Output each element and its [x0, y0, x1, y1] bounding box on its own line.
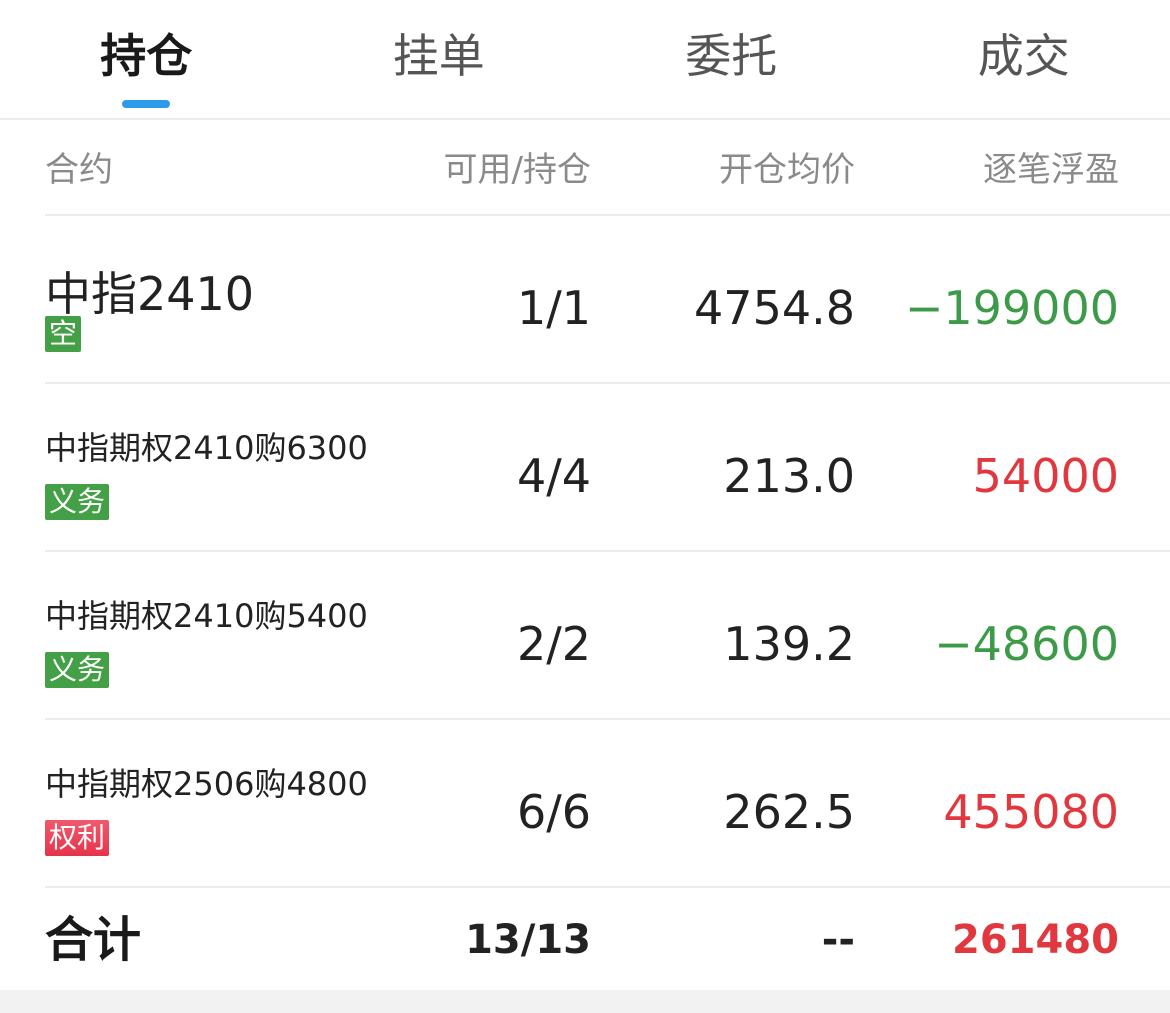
tab-bar: 持仓 挂单 委托 成交	[0, 0, 1170, 120]
tab-trades-label: 成交	[977, 29, 1070, 83]
total-label: 合计	[45, 912, 142, 968]
row-direction-tag: 义务	[45, 484, 110, 520]
header-avg-open-price: 开仓均价	[719, 150, 855, 190]
tab-pending-orders-label: 挂单	[392, 29, 485, 83]
row-contract-name: 中指期权2506购4800	[45, 765, 368, 803]
total-row: 合计 13/13 -- 261480	[45, 890, 1170, 990]
table-row[interactable]: 中指期权2506购4800 权利 6/6 262.5 455080	[45, 720, 1170, 888]
header-contract: 合约	[45, 150, 113, 190]
row-pnl: −199000	[904, 281, 1119, 335]
row-avg-open-price: 213.0	[723, 449, 855, 503]
table-row[interactable]: 中指期权2410购5400 义务 2/2 139.2 −48600	[45, 552, 1170, 720]
table-row[interactable]: 中指期权2410购6300 义务 4/4 213.0 54000	[45, 384, 1170, 552]
row-avg-open-price: 4754.8	[694, 281, 855, 335]
row-available-position: 4/4	[516, 449, 591, 503]
active-tab-indicator	[122, 100, 171, 108]
positions-page: 持仓 挂单 委托 成交 合约 可用/持仓 开仓均价 逐笔浮盈 中指2410 空 …	[0, 0, 1170, 1013]
tab-pending-orders[interactable]: 挂单	[293, 0, 586, 118]
row-avg-open-price: 139.2	[723, 617, 855, 671]
tab-orders[interactable]: 委托	[585, 0, 878, 118]
row-available-position: 2/2	[516, 617, 591, 671]
row-pnl: −48600	[934, 617, 1119, 671]
tab-positions[interactable]: 持仓	[0, 0, 293, 118]
row-pnl: 54000	[972, 449, 1119, 503]
row-available-position: 1/1	[516, 281, 591, 335]
row-contract-name: 中指期权2410购5400	[45, 597, 368, 635]
row-pnl: 455080	[943, 785, 1119, 839]
tab-positions-label: 持仓	[100, 29, 193, 83]
table-header: 合约 可用/持仓 开仓均价 逐笔浮盈	[45, 122, 1170, 216]
row-direction-tag: 义务	[45, 652, 110, 688]
row-direction-tag: 空	[45, 316, 82, 352]
row-direction-tag: 权利	[45, 820, 110, 856]
total-avg-open-price: --	[821, 917, 855, 963]
positions-panel: 持仓 挂单 委托 成交 合约 可用/持仓 开仓均价 逐笔浮盈 中指2410 空 …	[0, 0, 1170, 990]
row-contract-name: 中指期权2410购6300	[45, 429, 368, 467]
tab-orders-label: 委托	[685, 29, 778, 83]
table-row[interactable]: 中指2410 空 1/1 4754.8 −199000	[45, 216, 1170, 384]
tab-trades[interactable]: 成交	[878, 0, 1170, 118]
header-available-position: 可用/持仓	[443, 150, 591, 190]
total-available-position: 13/13	[465, 917, 591, 963]
header-pnl: 逐笔浮盈	[983, 150, 1119, 190]
total-pnl: 261480	[952, 917, 1119, 963]
row-contract-name: 中指2410	[45, 267, 255, 321]
row-available-position: 6/6	[516, 785, 591, 839]
row-avg-open-price: 262.5	[723, 785, 855, 839]
